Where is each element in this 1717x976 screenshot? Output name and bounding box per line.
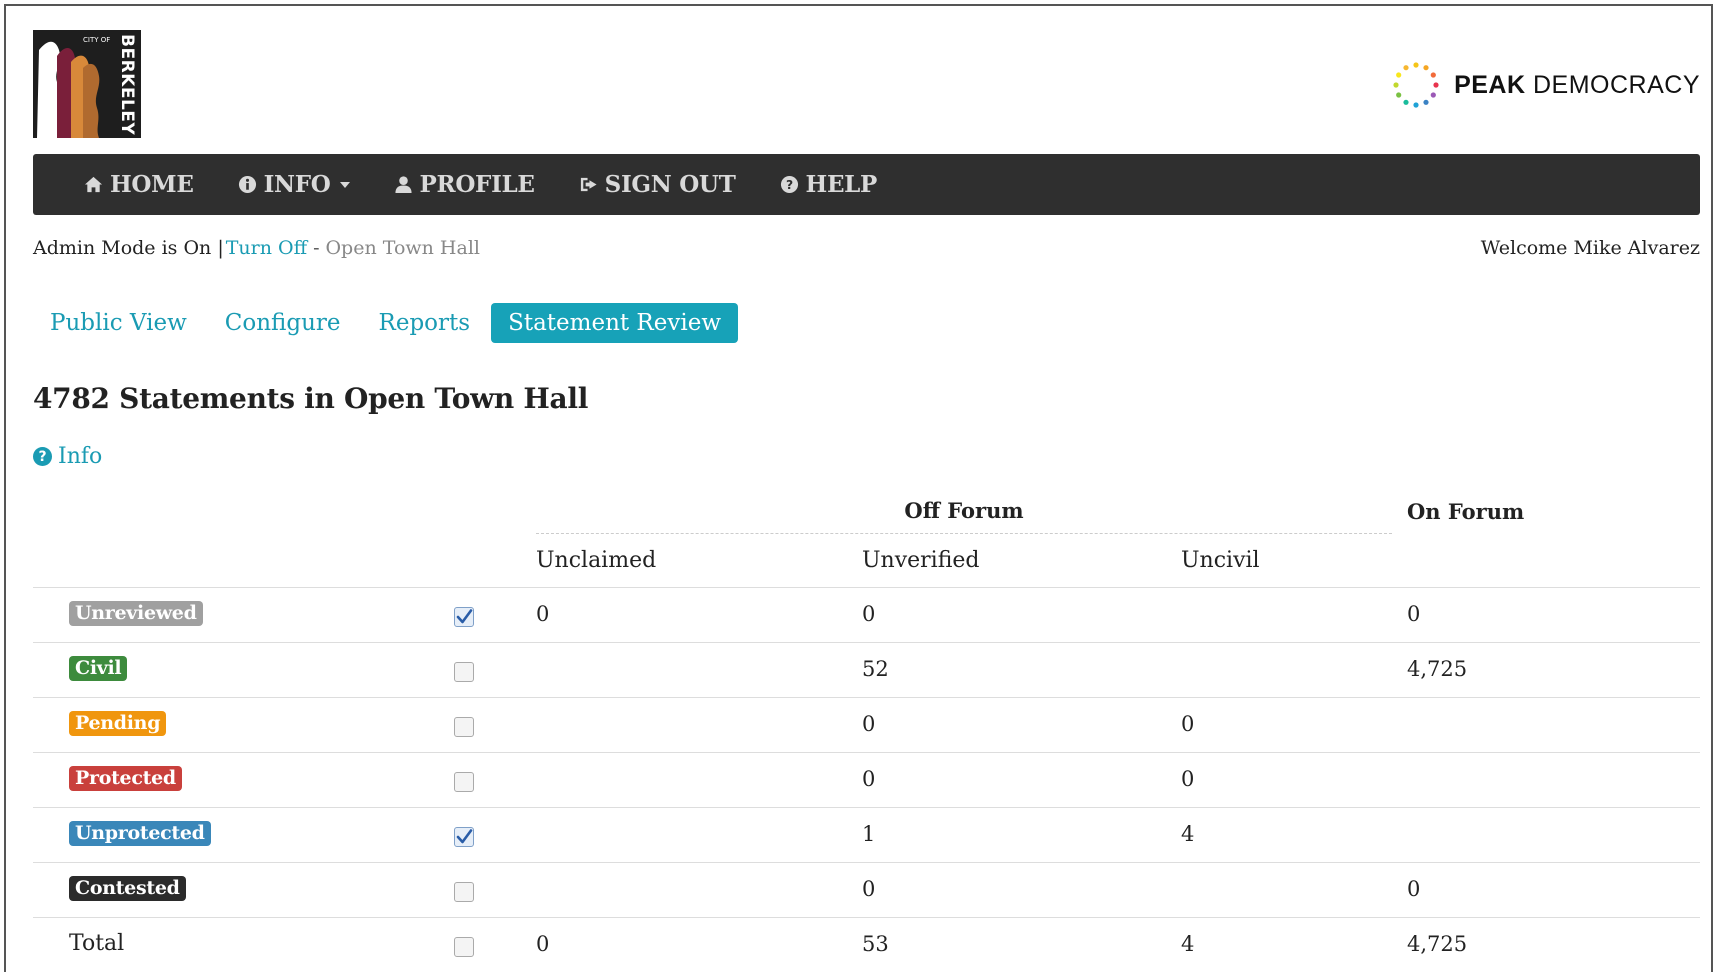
contested-checkbox[interactable] [454,882,474,902]
column-unclaimed: Unclaimed [536,548,657,573]
tab-statement-review[interactable]: Statement Review [491,303,739,343]
peak-democracy-dots-icon [1393,62,1439,108]
page-container: CITY OF BERKELEY PEAK DEMOCRACY HOME INF… [33,6,1700,974]
cell-uncivil: 0 [1181,767,1195,791]
question-circle-icon: ? [33,447,52,466]
total-checkbox[interactable] [454,937,474,957]
table-row-pending: Pending 0 0 [33,698,1700,753]
table-row-unprotected: Unprotected 1 4 [33,808,1700,863]
status-badge-unreviewed: Unreviewed [69,601,203,626]
table-row-contested: Contested 0 0 [33,863,1700,918]
off-forum-header: Off Forum [536,496,1392,534]
protected-checkbox[interactable] [454,772,474,792]
nav-profile-label: PROFILE [419,171,535,198]
status-badge-unprotected: Unprotected [69,821,211,846]
turn-off-admin-link[interactable]: Turn Off [226,237,307,259]
nav-info-label: INFO [263,171,331,198]
cell-unverified: 1 [862,822,876,846]
tab-public-view[interactable]: Public View [33,303,204,343]
nav-sign-out[interactable]: SIGN OUT [579,171,736,198]
column-header-row: Unclaimed Unverified Uncivil [33,536,1700,588]
info-link-label: Info [58,444,103,469]
checkmark-icon [456,829,473,844]
cell-unverified: 0 [862,767,876,791]
cell-uncivil: 0 [1181,712,1195,736]
admin-separator: - [313,237,320,259]
page-title: 4782 Statements in Open Town Hall [33,382,589,415]
unreviewed-checkbox[interactable] [454,607,474,627]
city-of-text: CITY OF [83,36,111,44]
statement-stats-table: Off Forum On Forum Unclaimed Unverified … [33,496,1700,973]
tab-configure[interactable]: Configure [208,303,358,343]
status-badge-pending: Pending [69,711,167,736]
table-row-civil: Civil 52 4,725 [33,643,1700,698]
cell-on-forum: 4,725 [1407,657,1468,681]
chevron-down-icon [339,181,350,188]
checkmark-icon [456,609,473,624]
unprotected-checkbox[interactable] [454,827,474,847]
table-row-total: Total 0 53 4 4,725 [33,918,1700,973]
nav-home[interactable]: HOME [84,171,194,198]
tab-reports[interactable]: Reports [362,303,488,343]
nav-info-dropdown[interactable]: INFO [238,171,350,198]
info-link[interactable]: ? Info [33,444,102,469]
city-of-berkeley-logo[interactable]: CITY OF BERKELEY [33,30,141,138]
civil-checkbox[interactable] [454,662,474,682]
total-label: Total [69,931,125,956]
nav-sign-out-label: SIGN OUT [604,171,736,198]
pending-checkbox[interactable] [454,717,474,737]
main-navbar: HOME INFO PROFILE SIGN OUT ? HELP [33,154,1700,215]
sign-out-icon [580,177,597,192]
admin-mode-status: Admin Mode is On | [33,237,224,259]
nav-profile[interactable]: PROFILE [394,171,535,198]
peak-democracy-logo[interactable]: PEAK DEMOCRACY [1392,61,1700,109]
column-unverified: Unverified [862,548,980,573]
nav-help-label: HELP [805,171,878,198]
admin-tabs: Public View Configure Reports Statement … [33,302,742,344]
peak-democracy-wordmark: PEAK DEMOCRACY [1454,70,1700,99]
window-frame: CITY OF BERKELEY PEAK DEMOCRACY HOME INF… [4,4,1713,972]
cell-unverified: 0 [862,877,876,901]
cell-uncivil: 4 [1181,822,1195,846]
cell-unverified: 0 [862,602,876,626]
cell-on-forum: 4,725 [1407,932,1468,956]
info-circle-icon [238,175,256,194]
cell-unverified: 0 [862,712,876,736]
nav-help[interactable]: ? HELP [780,171,878,198]
table-row-unreviewed: Unreviewed 0 0 0 [33,588,1700,643]
question-circle-icon: ? [780,175,798,194]
home-icon [84,176,103,193]
nav-home-label: HOME [110,171,194,198]
group-header-row: Off Forum On Forum [33,496,1700,536]
cell-on-forum: 0 [1407,602,1421,626]
cell-unverified: 53 [862,932,889,956]
status-badge-civil: Civil [69,656,128,681]
status-badge-contested: Contested [69,876,186,901]
table-row-protected: Protected 0 0 [33,753,1700,808]
on-forum-header: On Forum [1407,499,1525,524]
status-badge-protected: Protected [69,766,182,791]
column-uncivil: Uncivil [1181,548,1260,573]
welcome-message: Welcome Mike Alvarez [1480,237,1700,259]
forum-name: Open Town Hall [325,237,480,259]
cell-unverified: 52 [862,657,889,681]
user-icon [394,176,412,194]
cell-unclaimed: 0 [536,602,550,626]
cell-on-forum: 0 [1407,877,1421,901]
cell-uncivil: 4 [1181,932,1195,956]
svg-text:?: ? [786,178,793,192]
berkeley-text: BERKELEY [117,34,137,136]
cell-unclaimed: 0 [536,932,550,956]
admin-bar: Admin Mode is On | Turn Off - Open Town … [33,233,1700,263]
